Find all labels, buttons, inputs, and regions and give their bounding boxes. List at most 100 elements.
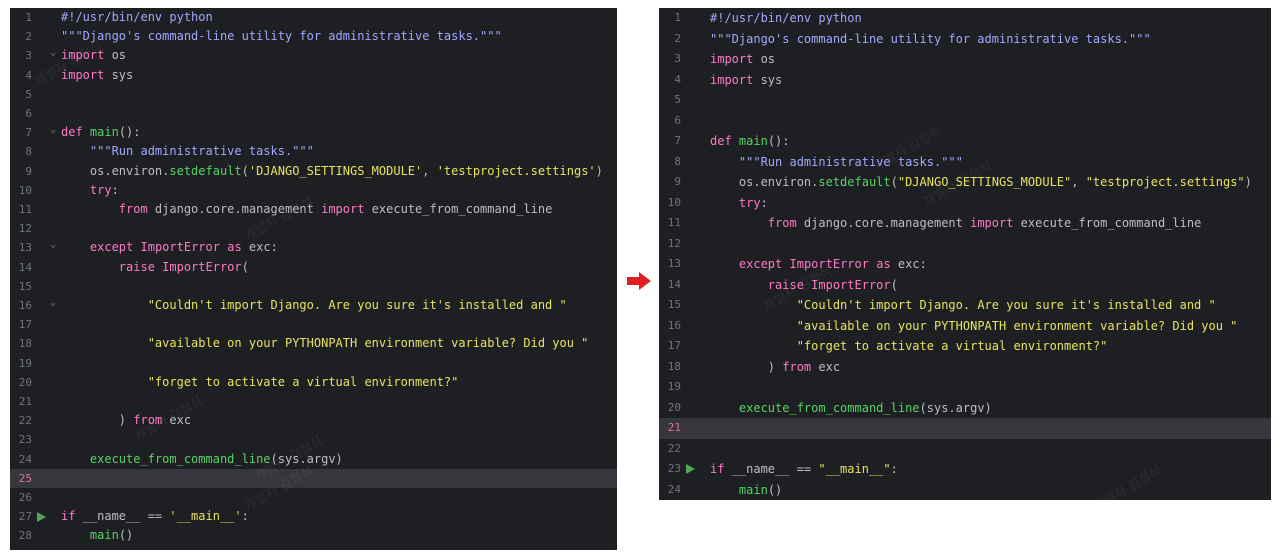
code-text: "available on your PYTHONPATH environmen…	[147, 336, 589, 351]
line-number: 22	[18, 414, 32, 428]
line-number: 18	[667, 359, 681, 373]
code-line[interactable]: 21	[10, 392, 617, 411]
line-number: 3	[25, 49, 32, 63]
code-text: def main():	[61, 125, 141, 140]
line-number: 14	[667, 277, 681, 291]
code-line[interactable]: 18 "available on your PYTHONPATH environ…	[10, 334, 617, 353]
code-text: "forget to activate a virtual environmen…	[796, 339, 1108, 353]
editor-after[interactable]: 1 #!/usr/bin/env python 2 """Django's comma…	[659, 8, 1271, 500]
code-text: #!/usr/bin/env python	[61, 10, 213, 24]
line-number: 18	[18, 337, 32, 351]
code-text: os.environ.setdefault("DJANGO_SETTINGS_M…	[710, 175, 1252, 189]
code-line[interactable]: 6	[10, 104, 617, 123]
line-number: 4	[674, 72, 681, 86]
code-line[interactable]: 26	[10, 488, 617, 507]
line-number: 21	[18, 395, 32, 408]
run-icon[interactable]	[37, 511, 46, 522]
code-line[interactable]: 14 raise ImportError(	[659, 275, 1271, 296]
code-line[interactable]: 24 main()	[659, 480, 1271, 501]
code-line[interactable]: 7 def main():	[659, 131, 1271, 152]
code-line[interactable]: 23 if __name__ == "__main__":	[659, 459, 1271, 480]
line-number: 20	[667, 400, 681, 414]
code-line[interactable]: 20 execute_from_command_line(sys.argv)	[659, 398, 1271, 419]
code-line[interactable]: 23	[10, 430, 617, 449]
code-line[interactable]: 28 main()	[10, 526, 617, 545]
code-line[interactable]: 16 "available on your PYTHONPATH environ…	[659, 316, 1271, 337]
code-line[interactable]: 17 "forget to activate a virtual environ…	[659, 336, 1271, 357]
code-line[interactable]: 1 #!/usr/bin/env python	[659, 8, 1271, 29]
code-line[interactable]: 10 try:	[10, 181, 617, 200]
fold-icon[interactable]: ⌄	[50, 124, 56, 135]
fold-icon[interactable]: ⌄	[50, 47, 56, 58]
line-number: 4	[25, 68, 32, 82]
editor-before[interactable]: 1 #!/usr/bin/env python 2 """Django's comma…	[10, 8, 617, 550]
code-line[interactable]: 14 raise ImportError(	[10, 258, 617, 277]
fold-icon[interactable]: ⌄	[50, 297, 56, 308]
code-text: import os	[710, 52, 776, 66]
code-line[interactable]: 2 """Django's command-line utility for ad…	[659, 29, 1271, 50]
code-text: execute_from_command_line(sys.argv)	[738, 400, 992, 415]
line-number: 17	[667, 339, 681, 352]
code-text: """Django's command-line utility for adm…	[710, 31, 1151, 46]
line-number: 24	[667, 482, 681, 496]
code-line[interactable]: 11 from django.core.management import ex…	[10, 200, 617, 219]
code-text: from django.core.management import execu…	[767, 216, 1202, 230]
run-icon[interactable]	[686, 464, 695, 475]
code-line[interactable]: 16 "Couldn't import Django. Are you sure…	[10, 296, 617, 315]
code-line[interactable]: 9 os.environ.setdefault("DJANGO_SETTINGS…	[659, 172, 1271, 193]
code-text: except ImportError as exc:	[89, 240, 278, 255]
code-line[interactable]: 21	[659, 418, 1271, 439]
code-line[interactable]: 2 """Django's command-line utility for ad…	[10, 27, 617, 46]
code-line[interactable]: 20 "forget to activate a virtual environ…	[10, 373, 617, 392]
line-number: 9	[25, 164, 32, 178]
code-line[interactable]: 9 os.environ.setdefault('DJANGO_SETTINGS…	[10, 162, 617, 181]
line-number: 25	[18, 471, 32, 485]
line-number: 9	[674, 175, 681, 188]
code-line[interactable]: 5	[659, 90, 1271, 111]
code-line[interactable]: 17	[10, 315, 617, 334]
code-text: def main():	[710, 134, 790, 148]
code-line[interactable]: 24 execute_from_command_line(sys.argv)	[10, 450, 617, 469]
line-number: 10	[667, 195, 681, 209]
code-line[interactable]: 27 if __name__ == '__main__':	[10, 507, 617, 526]
code-text: raise ImportError(	[118, 259, 249, 274]
line-number: 20	[18, 375, 32, 389]
code-line[interactable]: 25	[10, 468, 617, 488]
code-line[interactable]: 4 import sys	[10, 66, 617, 85]
code-line[interactable]: 12	[10, 219, 617, 238]
code-line[interactable]: 11 from django.core.management import ex…	[659, 213, 1271, 234]
line-number: 12	[18, 222, 32, 236]
line-number: 15	[667, 298, 681, 311]
code-line[interactable]: 19	[659, 377, 1271, 398]
line-number: 27	[18, 510, 32, 524]
code-line[interactable]: 15	[10, 277, 617, 296]
code-line[interactable]: 10 try:	[659, 193, 1271, 214]
code-text: os.environ.setdefault('DJANGO_SETTINGS_M…	[61, 163, 603, 178]
code-line[interactable]: 1 #!/usr/bin/env python	[10, 8, 617, 27]
code-line[interactable]: 13 except ImportError as exc:	[659, 254, 1271, 275]
code-line[interactable]: 8 """Run administrative tasks."""	[10, 142, 617, 161]
fold-icon[interactable]: ⌄	[50, 239, 56, 250]
line-number: 12	[667, 236, 681, 250]
code-text: "Couldn't import Django. Are you sure it…	[147, 298, 567, 312]
line-number: 21	[667, 421, 681, 434]
code-line[interactable]: 22	[659, 439, 1271, 460]
code-line[interactable]: 5	[10, 85, 617, 104]
code-line[interactable]: 19	[10, 354, 617, 373]
line-number: 6	[25, 107, 32, 120]
code-text: """Run administrative tasks."""	[738, 154, 963, 169]
line-number: 17	[18, 318, 32, 332]
code-line[interactable]: 18 ) from exc	[659, 357, 1271, 378]
code-line[interactable]: 7 def main():	[10, 123, 617, 142]
code-line[interactable]: 6	[659, 111, 1271, 132]
code-line[interactable]: 13 except ImportError as exc:	[10, 238, 617, 257]
code-line[interactable]: 15 "Couldn't import Django. Are you sure…	[659, 295, 1271, 316]
code-line[interactable]: 22 ) from exc	[10, 411, 617, 430]
code-line[interactable]: 4 import sys	[659, 70, 1271, 91]
code-line[interactable]: 3 import os	[10, 46, 617, 65]
code-line[interactable]: 8 """Run administrative tasks."""	[659, 152, 1271, 173]
code-line[interactable]: 12	[659, 234, 1271, 255]
code-text: execute_from_command_line(sys.argv)	[89, 451, 343, 466]
code-line[interactable]: 3 import os	[659, 49, 1271, 70]
line-number: 7	[674, 134, 681, 147]
